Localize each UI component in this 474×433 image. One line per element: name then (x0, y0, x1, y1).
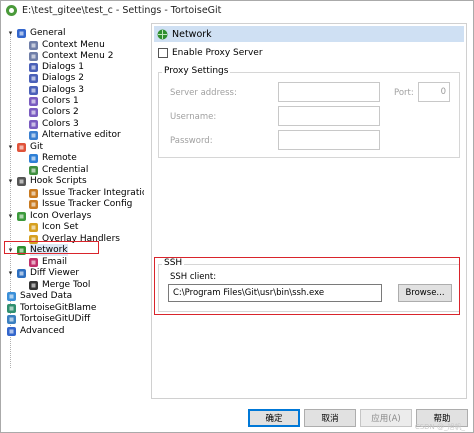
tree-item-label: General (30, 28, 66, 38)
panel-header: Network (154, 26, 464, 42)
ssh-highlight-box (154, 257, 460, 315)
tree-item-alternative-editor[interactable]: Alternative editor (28, 129, 121, 141)
colors-icon (29, 107, 38, 117)
tree-item-icon-set[interactable]: Icon Set (28, 221, 78, 233)
expand-toggle-icon[interactable]: ▾ (6, 269, 15, 277)
password-label: Password: (170, 136, 213, 146)
tree-item-tortoisegitudiff[interactable]: TortoiseGitUDiff (6, 313, 90, 325)
tree-item-colors-2[interactable]: Colors 2 (28, 106, 79, 118)
email-icon (29, 257, 38, 267)
port-value: 0 (440, 87, 446, 97)
saved-data-icon (7, 291, 16, 301)
expand-toggle-icon[interactable]: ▾ (6, 29, 15, 37)
expand-toggle-icon[interactable]: ▾ (6, 143, 15, 151)
tree-item-label: Colors 2 (42, 107, 79, 117)
cancel-button[interactable]: 取消 (304, 409, 356, 427)
password-input[interactable] (278, 130, 380, 150)
port-label: Port: (394, 88, 414, 98)
tree-item-general[interactable]: ▾ General (6, 27, 66, 39)
proxy-settings-title: Proxy Settings (162, 66, 231, 76)
enable-proxy-row[interactable]: Enable Proxy Server (158, 48, 263, 58)
enable-proxy-label: Enable Proxy Server (172, 48, 263, 58)
bug-icon (29, 199, 38, 209)
apply-button[interactable]: 应用(A) (360, 409, 412, 427)
remote-icon (29, 153, 38, 163)
tree-item-advanced[interactable]: Advanced (6, 325, 64, 337)
credential-icon (29, 165, 38, 175)
expand-toggle-icon[interactable]: ▾ (6, 212, 15, 220)
settings-tree[interactable]: ▾ General Context Menu Context Menu 2 Dialog… (4, 21, 144, 396)
dialog-buttons: 确定 取消 应用(A) 帮助 CSDN @_旭帆_ (1, 401, 473, 433)
tree-item-label: Saved Data (20, 291, 73, 301)
username-input[interactable] (278, 106, 380, 126)
tree-item-label: Alternative editor (42, 130, 121, 140)
context-menu-icon (29, 51, 38, 61)
wrench-icon (7, 326, 16, 336)
expand-toggle-icon[interactable]: ▾ (6, 177, 15, 185)
icon-set-icon (29, 222, 38, 232)
dialog-icon (29, 62, 38, 72)
title-bar: E:\test_gitee\test_c - Settings - Tortoi… (1, 1, 473, 20)
username-label: Username: (170, 112, 217, 122)
network-settings-panel: Network Enable Proxy Server Proxy Settin… (151, 23, 467, 399)
tortoisegit-icon (6, 5, 17, 16)
editor-icon (29, 130, 38, 140)
tree-item-label: Dialogs 2 (42, 73, 84, 83)
panel-title: Network (172, 28, 212, 40)
tree-item-label: Issue Tracker Config (42, 199, 133, 209)
tree-item-diff-viewer[interactable]: ▾ Diff Viewer (6, 267, 79, 279)
bug-icon (29, 188, 38, 198)
server-address-label: Server address: (170, 88, 237, 98)
hook-icon (17, 176, 26, 186)
dialog-icon (29, 73, 38, 83)
wrench-icon (17, 28, 26, 38)
context-menu-icon (29, 40, 38, 50)
blame-icon (7, 303, 16, 313)
colors-icon (29, 96, 38, 106)
merge-icon (29, 280, 38, 290)
tree-item-hook-scripts[interactable]: ▾ Hook Scripts (6, 175, 87, 187)
colors-icon (29, 119, 38, 129)
server-address-input[interactable] (278, 82, 380, 102)
tree-item-label: Diff Viewer (30, 268, 80, 278)
network-selection-highlight (4, 241, 99, 254)
git-icon (17, 142, 26, 152)
tree-item-label: Remote (42, 153, 77, 163)
udiff-icon (7, 314, 16, 324)
tree-item-label: TortoiseGitUDiff (20, 314, 91, 324)
port-input[interactable]: 0 (418, 82, 450, 102)
window-title: E:\test_gitee\test_c - Settings - Tortoi… (22, 5, 222, 16)
tree-item-saved-data[interactable]: Saved Data (6, 290, 72, 302)
network-icon (157, 29, 168, 39)
watermark: CSDN @_旭帆_ (414, 423, 465, 431)
enable-proxy-checkbox[interactable] (158, 48, 168, 58)
settings-window: E:\test_gitee\test_c - Settings - Tortoi… (0, 0, 474, 433)
tree-item-label: Hook Scripts (30, 176, 87, 186)
tree-item-label: Advanced (20, 326, 65, 336)
tree-item-label: Icon Set (42, 222, 79, 232)
dialog-icon (29, 85, 38, 95)
tree-item-issue-tracker-config[interactable]: Issue Tracker Config (28, 198, 132, 210)
ok-button[interactable]: 确定 (248, 409, 300, 427)
overlay-icon (17, 211, 26, 221)
diff-icon (17, 268, 26, 278)
tree-item-remote[interactable]: Remote (28, 152, 77, 164)
tree-item-dialogs-2[interactable]: Dialogs 2 (28, 72, 84, 84)
